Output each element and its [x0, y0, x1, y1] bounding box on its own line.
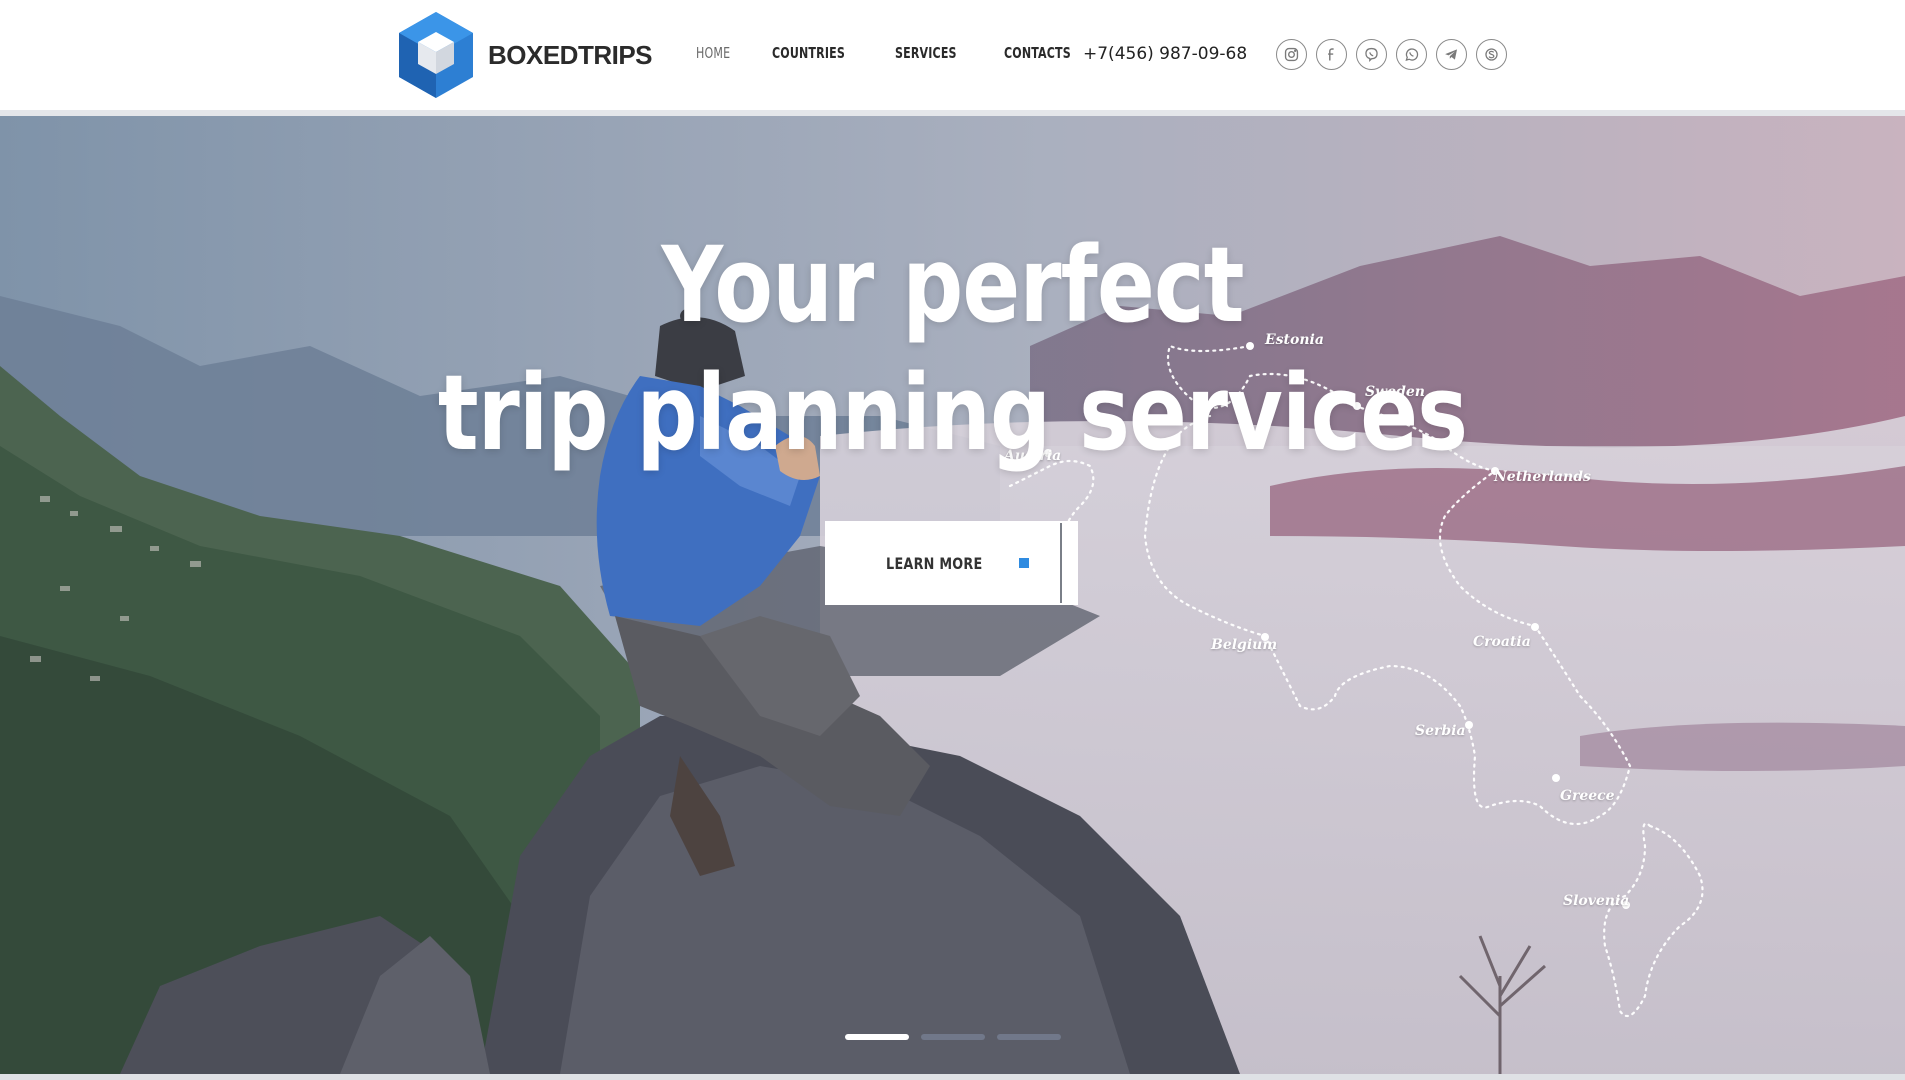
- slider-dot-3[interactable]: [997, 1034, 1061, 1040]
- map-label-croatia: Croatia: [1473, 634, 1531, 650]
- social-links: [1276, 39, 1507, 70]
- map-label-greece: Greece: [1560, 788, 1615, 804]
- viber-icon[interactable]: [1356, 39, 1387, 70]
- instagram-icon[interactable]: [1276, 39, 1307, 70]
- brand-name: BOXEDTRIPS: [488, 39, 653, 70]
- nav-contacts[interactable]: CONTACTS: [1004, 44, 1071, 62]
- hero-title-line2: trip planning services: [437, 352, 1468, 474]
- hero-bottom-divider: [0, 1074, 1905, 1080]
- telegram-icon[interactable]: [1436, 39, 1467, 70]
- cube-logo-icon: [399, 12, 473, 98]
- map-label-serbia: Serbia: [1415, 723, 1466, 739]
- whatsapp-icon[interactable]: [1396, 39, 1427, 70]
- facebook-icon[interactable]: [1316, 39, 1347, 70]
- learn-more-label: LEARN MORE: [886, 553, 983, 573]
- nav-home[interactable]: HOME: [696, 44, 730, 62]
- site-header: BOXEDTRIPS HOME COUNTRIES SERVICES CONTA…: [0, 0, 1905, 110]
- slider-dot-2[interactable]: [921, 1034, 985, 1040]
- slider-dot-1[interactable]: [845, 1034, 909, 1040]
- main-nav: HOME COUNTRIES SERVICES CONTACTS: [696, 44, 1086, 62]
- hero-title-line1: Your perfect: [661, 224, 1244, 346]
- skype-icon[interactable]: [1476, 39, 1507, 70]
- map-label-slovenia: Slovenia: [1563, 893, 1630, 909]
- nav-services[interactable]: SERVICES: [895, 44, 957, 62]
- map-label-belgium: Belgium: [1211, 637, 1278, 653]
- hero-slider: Estonia Sweden Netherlands Belgium Croat…: [0, 116, 1905, 1074]
- slider-pagination: [845, 1034, 1061, 1040]
- button-edge-decoration: [1060, 523, 1076, 603]
- learn-more-button[interactable]: LEARN MORE: [825, 521, 1078, 605]
- nav-countries[interactable]: COUNTRIES: [772, 44, 845, 62]
- phone-number[interactable]: +7(456) 987-09-68: [1083, 44, 1247, 64]
- square-bullet-icon: [1018, 558, 1029, 568]
- brand-logo[interactable]: BOXEDTRIPS: [396, 10, 653, 100]
